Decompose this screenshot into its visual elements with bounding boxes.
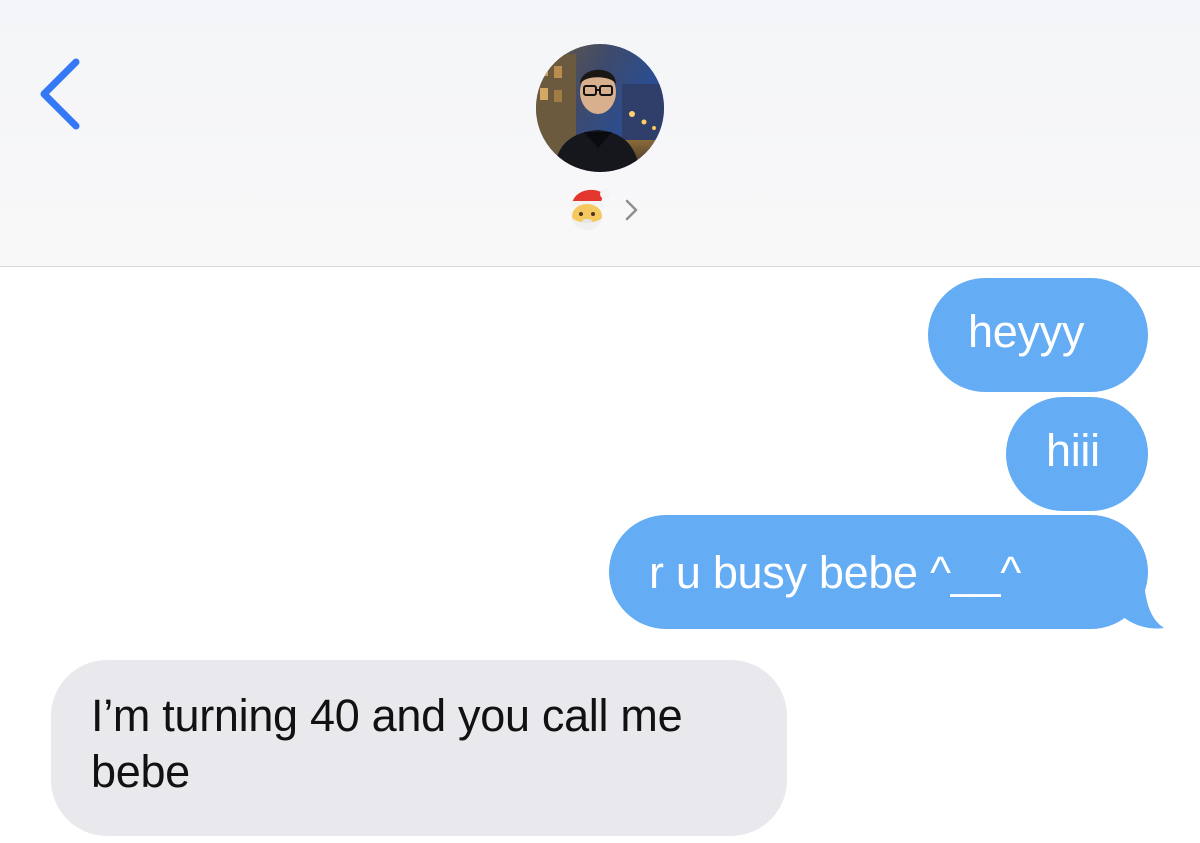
contact-name-emoji [564,184,612,236]
received-message-bubble[interactable]: I’m turning 40 and you call me bebe [51,660,787,836]
message-text: I’m turning 40 and you call me bebe [91,690,683,797]
sent-message-bubble[interactable]: hiii [1006,397,1148,511]
contact-details-button[interactable] [560,184,650,236]
message-text: heyyy [968,306,1085,357]
back-button[interactable] [30,52,100,142]
message-text: hiii [1046,425,1100,476]
santa-icon [570,189,610,230]
sent-message-bubble[interactable]: heyyy [928,278,1148,392]
chevron-right-icon [625,199,638,221]
chevron-left-icon [40,58,80,130]
contact-photo [536,44,664,172]
message-text: r u busy bebe ^__^ [649,547,1022,598]
sent-message-bubble[interactable]: r u busy bebe ^__^ [609,515,1148,629]
bubble-tail [1110,582,1164,629]
avatar[interactable] [536,44,664,172]
conversation-header [0,0,1200,267]
